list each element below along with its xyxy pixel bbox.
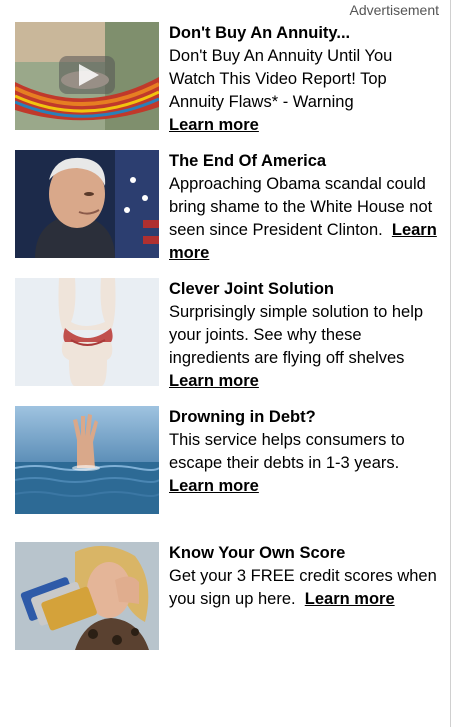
ad-image-hammock[interactable] [15, 22, 159, 130]
ad-text: Know Your Own Score Get your 3 FREE cred… [169, 542, 437, 611]
ad-title[interactable]: The End Of America [169, 150, 437, 173]
ad-text: Don't Buy An Annuity... Don't Buy An Ann… [169, 22, 437, 137]
ad-item[interactable]: Clever Joint Solution Surprisingly simpl… [15, 278, 440, 394]
ad-item[interactable]: Don't Buy An Annuity... Don't Buy An Ann… [15, 22, 440, 138]
woman-with-credit-cards [15, 542, 159, 650]
ad-item[interactable]: Drowning in Debt? This service helps con… [15, 406, 440, 522]
advertisement-label: Advertisement [349, 2, 439, 18]
ad-text: Drowning in Debt? This service helps con… [169, 406, 437, 498]
ad-title[interactable]: Know Your Own Score [169, 542, 437, 565]
ad-image-drowning[interactable] [15, 406, 159, 514]
hand-above-water [15, 406, 159, 514]
ad-description: Get your 3 FREE credit scores when you s… [169, 567, 437, 608]
knee-joint-illustration [15, 278, 159, 386]
ad-image-joint[interactable] [15, 278, 159, 386]
hammock-video-thumbnail [15, 22, 159, 130]
ad-description: Don't Buy An Annuity Until You Watch Thi… [169, 47, 393, 111]
ad-text: Clever Joint Solution Surprisingly simpl… [169, 278, 437, 393]
ad-text: The End Of America Approaching Obama sca… [169, 150, 437, 265]
ad-item[interactable]: Know Your Own Score Get your 3 FREE cred… [15, 542, 440, 658]
learn-more-link[interactable]: Learn more [305, 590, 395, 608]
ad-description: This service helps consumers to escape t… [169, 431, 405, 472]
ad-image-politician[interactable] [15, 150, 159, 258]
learn-more-link[interactable]: Learn more [169, 372, 259, 390]
politician-portrait [15, 150, 159, 258]
ad-title[interactable]: Clever Joint Solution [169, 278, 437, 301]
learn-more-link[interactable]: Learn more [169, 116, 259, 134]
learn-more-link[interactable]: Learn more [169, 477, 259, 495]
ad-title[interactable]: Drowning in Debt? [169, 406, 437, 429]
ad-description: Surprisingly simple solution to help you… [169, 303, 424, 367]
ad-title[interactable]: Don't Buy An Annuity... [169, 22, 437, 45]
ad-item[interactable]: The End Of America Approaching Obama sca… [15, 150, 440, 266]
ad-list: Don't Buy An Annuity... Don't Buy An Ann… [15, 22, 440, 670]
panel-border [450, 0, 451, 727]
ad-image-credit[interactable] [15, 542, 159, 650]
